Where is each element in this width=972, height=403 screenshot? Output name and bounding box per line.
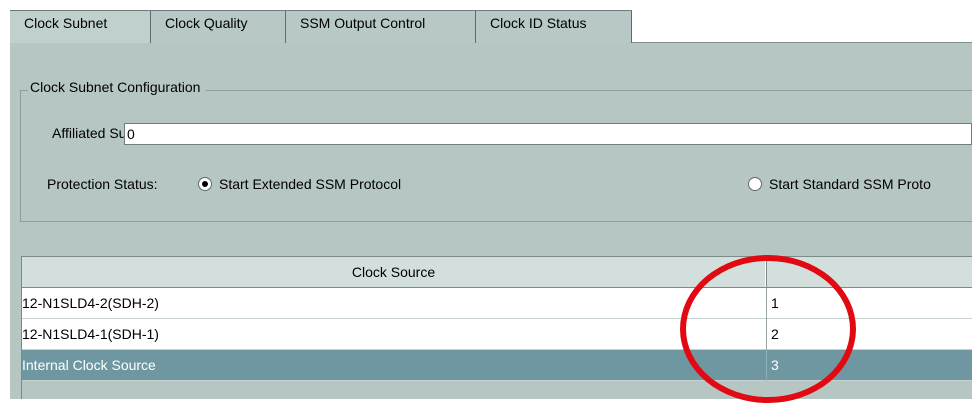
- column-header-priority[interactable]: [766, 257, 972, 287]
- tab-strip: Clock Subnet Clock Quality SSM Output Co…: [0, 0, 972, 44]
- clock-source-cell: 12-N1SLD4-2(SDH-2): [22, 295, 159, 311]
- table-header: Clock Source: [22, 257, 972, 288]
- clock-subnet-configuration-group: [20, 90, 972, 222]
- table-row[interactable]: 12-N1SLD4-2(SDH-2) 1: [22, 288, 972, 319]
- clock-source-table: Clock Source 12-N1SLD4-2(SDH-2) 1 12-N1S…: [21, 256, 972, 399]
- column-header-clock-source[interactable]: Clock Source: [22, 257, 766, 287]
- tab-strip-filler: [632, 10, 972, 43]
- radio-selected-dot: [202, 181, 208, 187]
- tab-label: Clock Quality: [165, 15, 248, 31]
- standard-ssm-label[interactable]: Start Standard SSM Proto: [769, 176, 931, 192]
- tab-ssm-output-control[interactable]: SSM Output Control: [286, 10, 476, 44]
- clock-source-cell: 12-N1SLD4-1(SDH-1): [22, 326, 159, 342]
- table-row-selected[interactable]: Internal Clock Source 3: [22, 350, 972, 381]
- extended-ssm-label[interactable]: Start Extended SSM Protocol: [219, 176, 401, 192]
- tab-label: Clock ID Status: [490, 15, 587, 31]
- clock-source-cell: Internal Clock Source: [22, 357, 156, 373]
- tab-label: Clock Subnet: [24, 15, 108, 31]
- table-row[interactable]: 12-N1SLD4-1(SDH-1) 2: [22, 319, 972, 350]
- tab-label: SSM Output Control: [300, 15, 426, 31]
- standard-ssm-radio[interactable]: [748, 177, 762, 191]
- protection-status-label: Protection Status:: [47, 176, 158, 192]
- tab-clock-quality[interactable]: Clock Quality: [151, 10, 286, 44]
- tab-clock-id-status[interactable]: Clock ID Status: [476, 10, 632, 44]
- extended-ssm-radio[interactable]: [198, 177, 212, 191]
- tab-clock-subnet[interactable]: Clock Subnet: [10, 10, 151, 44]
- table-empty-area: [22, 381, 972, 399]
- priority-cell: 1: [766, 288, 972, 319]
- affiliated-subnet-field[interactable]: [124, 123, 972, 145]
- priority-cell: 3: [766, 350, 972, 381]
- group-legend: Clock Subnet Configuration: [28, 79, 207, 95]
- priority-cell: 2: [766, 319, 972, 350]
